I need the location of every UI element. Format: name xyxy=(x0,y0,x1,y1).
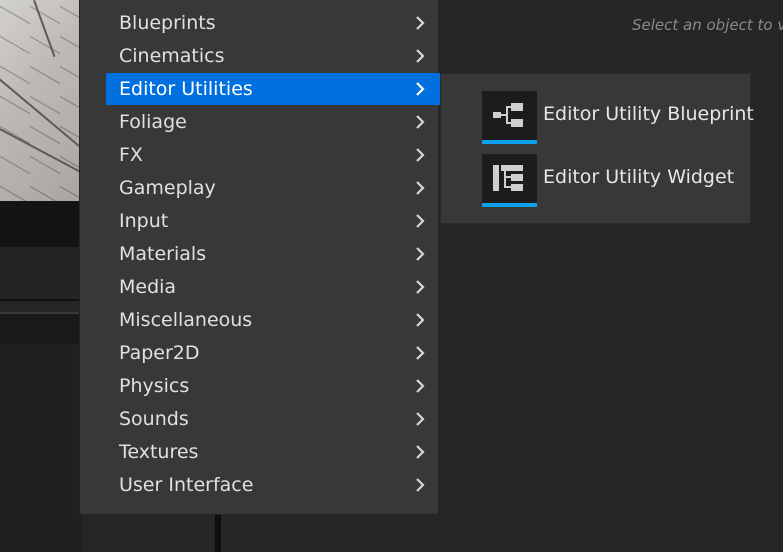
menu-item-miscellaneous[interactable]: Miscellaneous xyxy=(106,304,440,336)
content-panel xyxy=(0,344,82,552)
menu-item-label: User Interface xyxy=(119,474,254,496)
chevron-right-icon xyxy=(416,115,425,129)
menu-item-label: Cinematics xyxy=(119,45,225,67)
menu-item-label: Materials xyxy=(119,243,207,265)
submenu-item-label: Editor Utility Blueprint xyxy=(543,103,754,125)
grid-line xyxy=(0,128,82,177)
menu-item-textures[interactable]: Textures xyxy=(106,436,440,468)
chevron-right-icon xyxy=(416,379,425,393)
submenu-item-editor-utility-blueprint[interactable]: Editor Utility Blueprint xyxy=(482,91,754,147)
menu-item-label: Editor Utilities xyxy=(119,78,253,100)
chevron-right-icon xyxy=(416,412,425,426)
chevron-right-icon xyxy=(416,49,425,63)
chevron-right-icon xyxy=(416,445,425,459)
menu-item-paper2d[interactable]: Paper2D xyxy=(106,337,440,369)
menu-item-label: Gameplay xyxy=(119,177,216,199)
widget-icon xyxy=(482,154,537,207)
menu-item-blueprints[interactable]: Blueprints xyxy=(106,7,440,39)
grid-line xyxy=(33,0,56,58)
menu-item-label: Media xyxy=(119,276,177,298)
submenu-item-label: Editor Utility Widget xyxy=(543,166,735,188)
asset-category-menu: Blueprints Cinematics Editor Utilities Foli… xyxy=(79,0,440,515)
chevron-right-icon xyxy=(416,148,425,162)
viewport-preview[interactable] xyxy=(0,0,82,201)
menu-item-label: Paper2D xyxy=(119,342,200,364)
toolbar-area xyxy=(0,201,82,247)
menu-item-label: Blueprints xyxy=(119,12,216,34)
menu-item-user-interface[interactable]: User Interface xyxy=(106,469,440,501)
panel-header xyxy=(0,247,82,301)
menu-item-label: FX xyxy=(119,144,143,166)
editor-utilities-submenu: Editor Utility Blueprint Editor Utility … xyxy=(440,73,754,224)
chevron-right-icon xyxy=(416,313,425,327)
menu-item-media[interactable]: Media xyxy=(106,271,440,303)
chevron-right-icon xyxy=(416,280,425,294)
menu-item-editor-utilities[interactable]: Editor Utilities xyxy=(106,73,440,105)
chevron-right-icon xyxy=(416,181,425,195)
menu-item-fx[interactable]: FX xyxy=(106,139,440,171)
menu-item-label: Input xyxy=(119,210,169,232)
chevron-right-icon xyxy=(416,82,425,96)
blueprint-icon xyxy=(482,91,537,144)
menu-item-physics[interactable]: Physics xyxy=(106,370,440,402)
chevron-right-icon xyxy=(416,16,425,30)
search-bar[interactable] xyxy=(0,312,82,346)
menu-item-label: Foliage xyxy=(119,111,187,133)
menu-item-sounds[interactable]: Sounds xyxy=(106,403,440,435)
grid-line xyxy=(0,70,82,162)
panel-splitter[interactable] xyxy=(215,515,221,552)
menu-item-cinematics[interactable]: Cinematics xyxy=(106,40,440,72)
menu-item-gameplay[interactable]: Gameplay xyxy=(106,172,440,204)
submenu-item-editor-utility-widget[interactable]: Editor Utility Widget xyxy=(482,154,750,210)
chevron-right-icon xyxy=(416,247,425,261)
menu-item-input[interactable]: Input xyxy=(106,205,440,237)
details-hint-text: Select an object to vie xyxy=(632,16,783,34)
menu-item-materials[interactable]: Materials xyxy=(106,238,440,270)
menu-item-foliage[interactable]: Foliage xyxy=(106,106,440,138)
chevron-right-icon xyxy=(416,346,425,360)
menu-item-label: Physics xyxy=(119,375,190,397)
menu-item-label: Textures xyxy=(119,441,199,463)
editor-window: Select an object to vie Blueprints Cinema… xyxy=(0,0,783,552)
menu-item-label: Miscellaneous xyxy=(119,309,253,331)
chevron-right-icon xyxy=(416,214,425,228)
chevron-right-icon xyxy=(416,478,425,492)
menu-item-label: Sounds xyxy=(119,408,189,430)
